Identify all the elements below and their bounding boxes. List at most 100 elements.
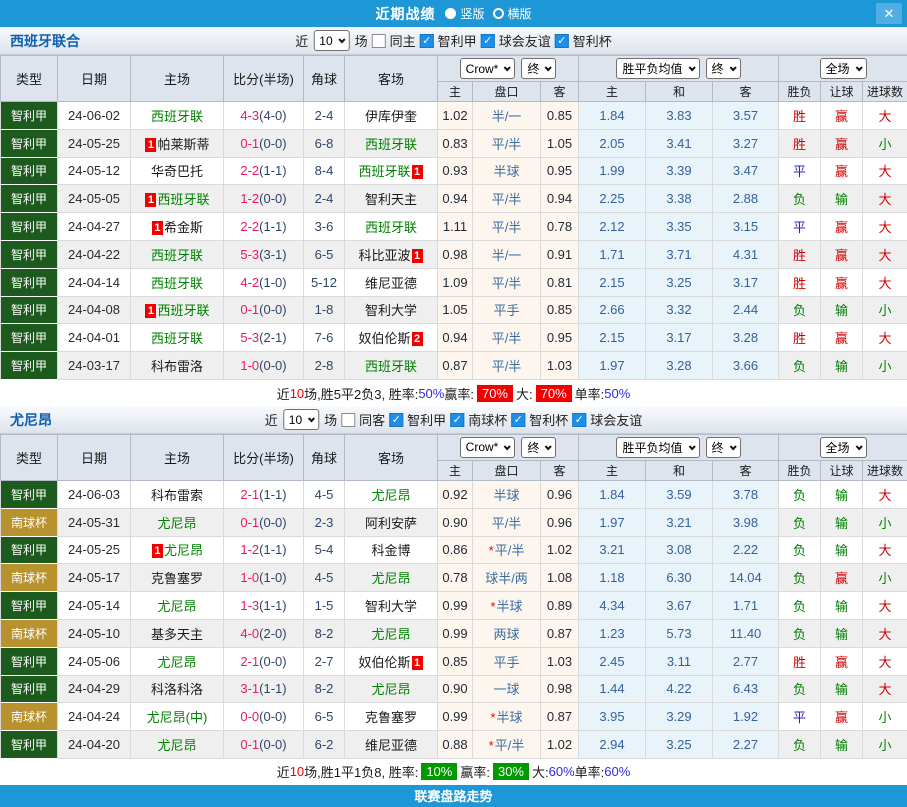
away-team[interactable]: 维尼亚德	[345, 731, 438, 759]
home-team[interactable]: 科布雷洛	[131, 352, 224, 380]
halftime-score: (1-1)	[259, 163, 286, 178]
away-team[interactable]: 西班牙联	[345, 129, 438, 157]
home-team[interactable]: 科布雷索	[131, 480, 224, 508]
odds-handicap: 平/半	[473, 324, 541, 352]
header-odds-sub-2: 客	[541, 82, 579, 102]
avg-stage-select[interactable]: 终	[706, 437, 741, 458]
league-filter-checkbox-0[interactable]: ✓	[420, 34, 434, 48]
league-filter-checkbox-1[interactable]: ✓	[450, 413, 464, 427]
away-team[interactable]: 伊库伊奎	[345, 102, 438, 130]
odds-handicap: *平/半	[473, 536, 541, 564]
result-goals: 大	[863, 157, 907, 185]
scope-select[interactable]: 全场	[820, 437, 867, 458]
odds-stage-select[interactable]: 终	[521, 58, 556, 79]
orientation-radio-1[interactable]	[493, 8, 504, 19]
away-team[interactable]: 尤尼昂	[345, 480, 438, 508]
home-team[interactable]: 华奇巴托	[131, 157, 224, 185]
match-date: 24-05-31	[58, 508, 131, 536]
result-handicap: 赢	[821, 564, 863, 592]
filter-bar: 近10场同主✓智利甲✓球会友谊✓智利杯	[293, 30, 613, 51]
scope-select-value: 全场	[826, 439, 850, 456]
venue-filter-checkbox[interactable]	[372, 34, 386, 48]
halftime-score: (1-1)	[259, 487, 286, 502]
away-team[interactable]: 尤尼昂	[345, 619, 438, 647]
avg-type-select[interactable]: 胜平负均值	[616, 58, 699, 79]
avg-away: 14.04	[713, 564, 779, 592]
league-filter-checkbox-3[interactable]: ✓	[572, 413, 586, 427]
result-outcome: 负	[779, 480, 821, 508]
away-team[interactable]: 智利大学	[345, 296, 438, 324]
home-team[interactable]: 1帕莱斯蒂	[131, 129, 224, 157]
away-team[interactable]: 维尼亚德	[345, 268, 438, 296]
header-type: 类型	[1, 56, 58, 102]
odds-handicap: *半球	[473, 703, 541, 731]
away-team[interactable]: 尤尼昂	[345, 564, 438, 592]
header-odds-sub-1: 盘口	[473, 82, 541, 102]
away-team[interactable]: 西班牙联1	[345, 157, 438, 185]
league-filter-checkbox-2[interactable]: ✓	[511, 413, 525, 427]
odds-stage-select[interactable]: 终	[521, 437, 556, 458]
home-team[interactable]: 尤尼昂	[131, 592, 224, 620]
home-team[interactable]: 尤尼昂	[131, 508, 224, 536]
match-count-select[interactable]: 10	[313, 30, 349, 51]
league-filter-checkbox-2[interactable]: ✓	[555, 34, 569, 48]
away-team[interactable]: 西班牙联	[345, 352, 438, 380]
avg-type-select[interactable]: 胜平负均值	[616, 437, 699, 458]
home-team[interactable]: 尤尼昂	[131, 647, 224, 675]
corner-score: 4-5	[304, 564, 345, 592]
home-team[interactable]: 尤尼昂(中)	[131, 703, 224, 731]
away-team[interactable]: 阿利安萨	[345, 508, 438, 536]
team-label: 奴伯伦斯	[358, 331, 410, 346]
home-team[interactable]: 1西班牙联	[131, 185, 224, 213]
result-handicap: 输	[821, 675, 863, 703]
match-count-select[interactable]: 10	[283, 409, 319, 430]
home-team[interactable]: 尤尼昂	[131, 731, 224, 759]
away-team[interactable]: 克鲁塞罗	[345, 703, 438, 731]
away-team[interactable]: 奴伯伦斯2	[345, 324, 438, 352]
away-team[interactable]: 尤尼昂	[345, 675, 438, 703]
result-outcome: 负	[779, 675, 821, 703]
away-team[interactable]: 科比亚波1	[345, 240, 438, 268]
home-team[interactable]: 西班牙联	[131, 268, 224, 296]
league-filter-checkbox-0[interactable]: ✓	[389, 413, 403, 427]
odds-handicap: 平/半	[473, 268, 541, 296]
team-label: 科金博	[371, 543, 410, 558]
home-team[interactable]: 西班牙联	[131, 240, 224, 268]
home-team[interactable]: 1希金斯	[131, 213, 224, 241]
home-team[interactable]: 1西班牙联	[131, 296, 224, 324]
league-trend-bar[interactable]: 联赛盘路走势	[0, 785, 907, 807]
summary-segment: 50%	[604, 386, 630, 401]
away-team[interactable]: 奴伯伦斯1	[345, 647, 438, 675]
home-team[interactable]: 科洛科洛	[131, 675, 224, 703]
venue-filter-checkbox[interactable]	[341, 413, 355, 427]
summary-segment: 近	[277, 384, 290, 403]
odds-away: 0.96	[541, 508, 579, 536]
away-team[interactable]: 科金博	[345, 536, 438, 564]
odds-handicap: 平/半	[473, 129, 541, 157]
league-filter-checkbox-1[interactable]: ✓	[481, 34, 495, 48]
home-team[interactable]: 西班牙联	[131, 324, 224, 352]
away-team[interactable]: 智利天主	[345, 185, 438, 213]
away-team[interactable]: 智利大学	[345, 592, 438, 620]
match-date: 24-03-17	[58, 352, 131, 380]
odds-source-select[interactable]: Crow*	[460, 58, 516, 79]
orientation-radio-0[interactable]	[445, 8, 456, 19]
scope-select[interactable]: 全场	[820, 58, 867, 79]
home-team[interactable]: 1尤尼昂	[131, 536, 224, 564]
match-row: 智利甲24-04-14西班牙联4-2(1-0)5-12维尼亚德1.09平/半0.…	[1, 268, 907, 296]
match-date: 24-05-10	[58, 619, 131, 647]
home-team[interactable]: 克鲁塞罗	[131, 564, 224, 592]
avg-home: 1.99	[579, 157, 646, 185]
result-handicap: 输	[821, 592, 863, 620]
odds-home: 0.99	[438, 703, 473, 731]
fulltime-score: 1-2	[240, 191, 259, 206]
home-team[interactable]: 基多天主	[131, 619, 224, 647]
away-team[interactable]: 西班牙联	[345, 213, 438, 241]
close-button[interactable]: ✕	[876, 3, 902, 24]
match-date: 24-05-17	[58, 564, 131, 592]
result-handicap: 赢	[821, 213, 863, 241]
home-team[interactable]: 西班牙联	[131, 102, 224, 130]
odds-away: 1.08	[541, 564, 579, 592]
avg-stage-select[interactable]: 终	[706, 58, 741, 79]
odds-source-select[interactable]: Crow*	[460, 437, 516, 458]
